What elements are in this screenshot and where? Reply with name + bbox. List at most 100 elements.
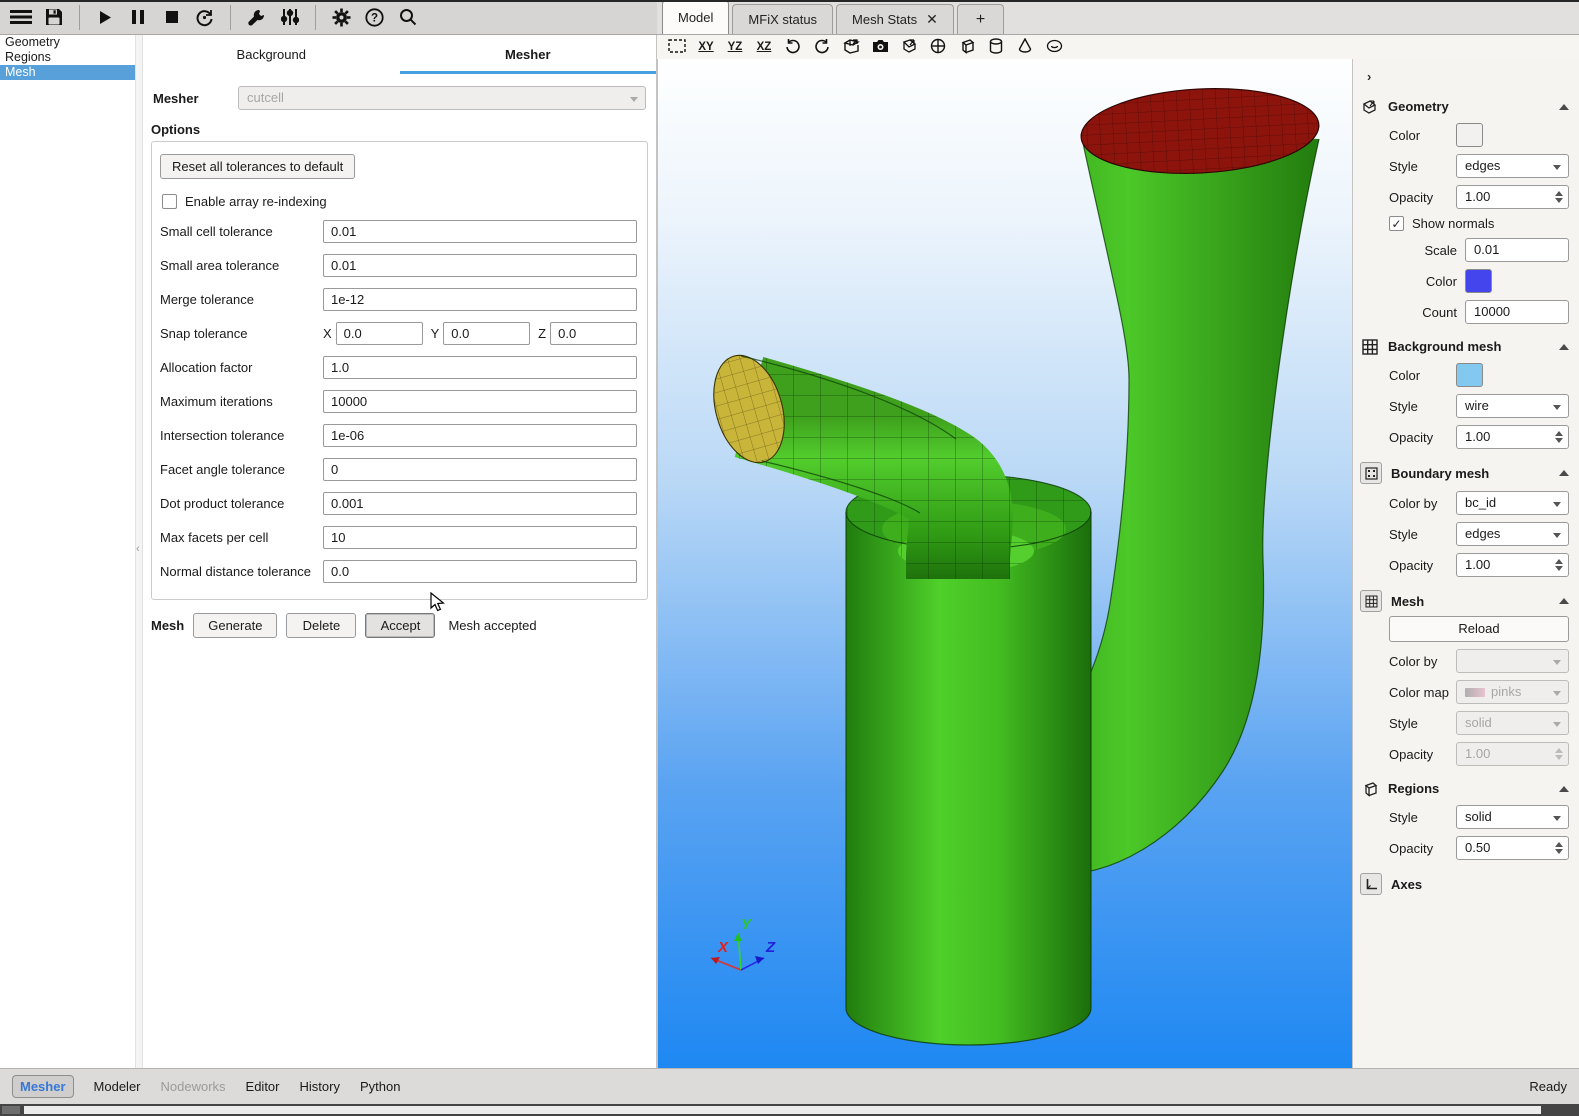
mesher-select[interactable]: cutcell	[238, 86, 646, 110]
snap-x-input[interactable]	[336, 322, 423, 345]
reset-button[interactable]	[188, 3, 221, 32]
spin-down-icon[interactable]	[1555, 438, 1563, 443]
bottom-scrollbar[interactable]	[0, 1104, 1579, 1116]
mode-mesher-button[interactable]: Mesher	[12, 1075, 74, 1098]
build-button[interactable]	[240, 3, 273, 32]
dot-product-tolerance-input[interactable]	[323, 492, 637, 515]
accept-mesh-button[interactable]: Accept	[365, 613, 435, 638]
background-mesh-opacity-spinner[interactable]: 1.00	[1456, 425, 1569, 449]
mode-editor-button[interactable]: Editor	[246, 1079, 280, 1094]
run-button[interactable]	[89, 3, 122, 32]
spin-down-icon[interactable]	[1555, 566, 1563, 571]
panel-collapse-button[interactable]: ›	[1367, 69, 1569, 84]
mode-python-button[interactable]: Python	[360, 1079, 400, 1094]
parameters-button[interactable]	[273, 3, 306, 32]
small-area-tolerance-input[interactable]	[323, 254, 637, 277]
search-button[interactable]	[391, 3, 424, 32]
collapse-triangle-icon[interactable]	[1559, 786, 1569, 792]
view-yz-button[interactable]: YZ	[724, 37, 746, 57]
screenshot-button[interactable]	[869, 37, 891, 57]
scrollbar-handle[interactable]	[2, 1106, 20, 1114]
axes-icon[interactable]	[1360, 873, 1382, 895]
collapse-triangle-icon[interactable]	[1559, 598, 1569, 604]
reset-tolerances-button[interactable]: Reset all tolerances to default	[160, 154, 355, 179]
settings-button[interactable]	[325, 3, 358, 32]
mesh-section-header[interactable]: Mesh	[1360, 590, 1569, 612]
normals-count-input[interactable]: 10000	[1465, 300, 1569, 324]
sphere-button[interactable]	[927, 37, 949, 57]
geometry-color-swatch[interactable]	[1456, 123, 1483, 147]
sidebar-item-mesh[interactable]: Mesh	[0, 65, 135, 80]
sidebar-item-regions[interactable]: Regions	[0, 50, 135, 65]
view-xz-button[interactable]: XZ	[753, 37, 775, 57]
stop-button[interactable]	[155, 3, 188, 32]
box-button[interactable]	[956, 37, 978, 57]
close-icon[interactable]: ✕	[926, 11, 938, 28]
facet-angle-tolerance-input[interactable]	[323, 458, 637, 481]
mode-modeler-button[interactable]: Modeler	[94, 1079, 141, 1094]
tab-mesher[interactable]: Mesher	[400, 40, 657, 74]
collapse-triangle-icon[interactable]	[1559, 344, 1569, 350]
tab-mfix-status[interactable]: MFiX status	[732, 4, 833, 34]
array-reindex-checkbox[interactable]	[162, 194, 177, 209]
geometry-opacity-spinner[interactable]: 1.00	[1456, 185, 1569, 209]
spin-up-icon[interactable]	[1555, 559, 1563, 564]
collapse-triangle-icon[interactable]	[1559, 470, 1569, 476]
rotate-right-button[interactable]	[811, 37, 833, 57]
mesh-color-map-select[interactable]: pinks	[1456, 680, 1569, 704]
vtk-viewport-3d[interactable]: X Y Z	[657, 59, 1352, 1068]
background-mesh-section-header[interactable]: Background mesh	[1360, 337, 1569, 356]
help-button[interactable]: ?	[358, 3, 391, 32]
boundary-mesh-section-header[interactable]: Boundary mesh	[1360, 462, 1569, 484]
normals-color-swatch[interactable]	[1465, 269, 1492, 293]
reset-view-button[interactable]	[666, 37, 688, 57]
spin-down-icon[interactable]	[1555, 849, 1563, 854]
mesh-icon[interactable]	[1360, 590, 1382, 612]
mesh-opacity-spinner[interactable]: 1.00	[1456, 742, 1569, 766]
spin-down-icon[interactable]	[1555, 198, 1563, 203]
boundary-mesh-color-by-select[interactable]: bc_id	[1456, 491, 1569, 515]
allocation-factor-input[interactable]	[323, 356, 637, 379]
boundary-mesh-style-select[interactable]: edges	[1456, 522, 1569, 546]
tab-background[interactable]: Background	[143, 40, 400, 74]
regions-opacity-spinner[interactable]: 0.50	[1456, 836, 1569, 860]
tab-model[interactable]: Model	[662, 0, 729, 34]
boundary-mesh-opacity-spinner[interactable]: 1.00	[1456, 553, 1569, 577]
view-xy-button[interactable]: XY	[695, 37, 717, 57]
maximum-iterations-input[interactable]	[323, 390, 637, 413]
show-normals-checkbox[interactable]: ✓	[1389, 216, 1404, 231]
spin-up-icon[interactable]	[1555, 191, 1563, 196]
generate-mesh-button[interactable]: Generate	[193, 613, 277, 638]
torus-button[interactable]	[1043, 37, 1065, 57]
spin-up-icon[interactable]	[1555, 842, 1563, 847]
background-mesh-color-swatch[interactable]	[1456, 363, 1483, 387]
mesh-style-select[interactable]: solid	[1456, 711, 1569, 735]
cylinder-button[interactable]	[985, 37, 1007, 57]
rotate-left-button[interactable]	[782, 37, 804, 57]
splitter-collapse-icon[interactable]: ‹	[136, 543, 140, 555]
mode-history-button[interactable]: History	[300, 1079, 340, 1094]
intersection-tolerance-input[interactable]	[323, 424, 637, 447]
reload-mesh-button[interactable]: Reload	[1389, 616, 1569, 642]
snap-y-input[interactable]	[443, 322, 530, 345]
small-cell-tolerance-input[interactable]	[323, 220, 637, 243]
mesh-color-by-select[interactable]	[1456, 649, 1569, 673]
geometry-style-select[interactable]: edges	[1456, 154, 1569, 178]
collapse-triangle-icon[interactable]	[1559, 104, 1569, 110]
pause-button[interactable]	[122, 3, 155, 32]
visibility-menu-button[interactable]	[898, 37, 920, 57]
delete-mesh-button[interactable]: Delete	[286, 613, 356, 638]
sidebar-item-geometry[interactable]: Geometry	[0, 35, 135, 50]
axes-section-header[interactable]: Axes	[1360, 873, 1569, 895]
normal-distance-tolerance-input[interactable]	[323, 560, 637, 583]
new-tab-button[interactable]: +	[957, 4, 1004, 34]
save-button[interactable]	[37, 3, 70, 32]
panel-splitter[interactable]: ‹	[135, 35, 143, 1068]
perspective-button[interactable]	[840, 37, 862, 57]
regions-section-header[interactable]: Regions	[1360, 779, 1569, 798]
snap-z-input[interactable]	[550, 322, 637, 345]
menu-button[interactable]	[4, 3, 37, 32]
max-facets-per-cell-input[interactable]	[323, 526, 637, 549]
normals-scale-input[interactable]: 0.01	[1465, 238, 1569, 262]
boundary-mesh-icon[interactable]	[1360, 462, 1382, 484]
